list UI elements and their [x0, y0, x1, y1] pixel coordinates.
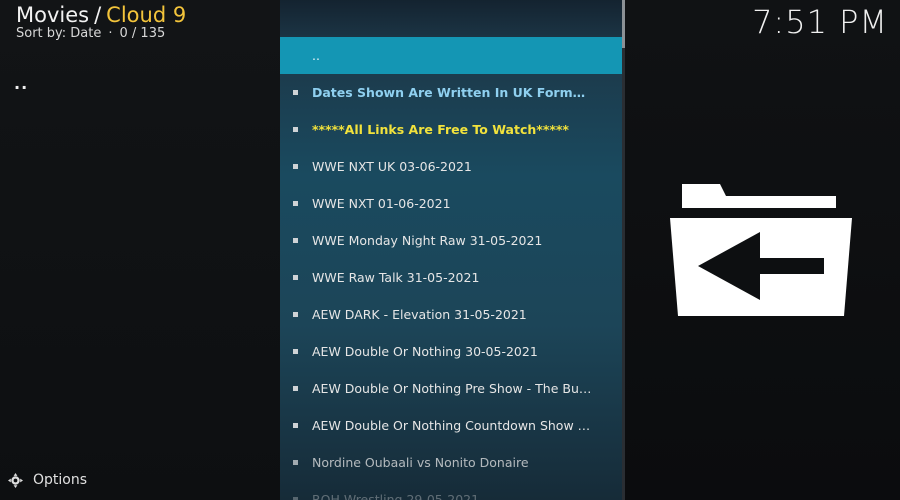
list-item-label: WWE Monday Night Raw 31-05-2021 — [312, 233, 543, 248]
scrollbar-thumb[interactable] — [622, 0, 625, 48]
folder-back-arrow-icon — [670, 184, 852, 316]
gear-icon — [8, 472, 23, 488]
list-item-label: WWE Raw Talk 31-05-2021 — [312, 270, 480, 285]
list-item-label: .. — [312, 48, 320, 63]
list-item-label: *****All Links Are Free To Watch***** — [312, 122, 569, 137]
breadcrumb-separator: / — [94, 3, 102, 27]
parent-folder-label: .. — [14, 74, 29, 93]
list-item-label: WWE NXT UK 03-06-2021 — [312, 159, 472, 174]
breadcrumb: Movies / Cloud 9 — [16, 3, 186, 27]
file-list: .. Dates Shown Are Written In UK Format … — [280, 37, 623, 500]
list-item-label: AEW DARK - Elevation 31-05-2021 — [312, 307, 527, 322]
breadcrumb-section: Movies — [16, 3, 90, 27]
list-item-label: AEW Double Or Nothing Countdown Show 29-… — [312, 418, 592, 433]
bullet-icon — [293, 238, 298, 243]
bullet-icon — [293, 312, 298, 317]
bullet-icon — [293, 460, 298, 465]
list-scrollbar[interactable] — [622, 0, 625, 500]
list-item-label: WWE NXT 01-06-2021 — [312, 196, 451, 211]
list-item-label: AEW Double Or Nothing 30-05-2021 — [312, 344, 538, 359]
list-item[interactable]: WWE Raw Talk 31-05-2021 — [280, 259, 623, 296]
sort-info: Sort by: Date · 0 / 135 — [16, 26, 165, 41]
options-label: Options — [33, 472, 88, 488]
breadcrumb-current: Cloud 9 — [106, 3, 187, 27]
list-item[interactable]: AEW Double Or Nothing 30-05-2021 — [280, 333, 623, 370]
sort-label: Sort by: Date — [16, 26, 102, 41]
bullet-icon — [293, 127, 298, 132]
bullet-icon — [293, 90, 298, 95]
bullet-icon — [293, 423, 298, 428]
bullet-icon — [293, 349, 298, 354]
list-item[interactable]: AEW Double Or Nothing Pre Show - The Buy… — [280, 370, 623, 407]
list-item[interactable]: *****All Links Are Free To Watch***** — [280, 111, 623, 148]
bullet-icon — [293, 386, 298, 391]
file-list-panel: .. Dates Shown Are Written In UK Format … — [280, 0, 623, 500]
list-item[interactable]: Dates Shown Are Written In UK Format D..… — [280, 74, 623, 111]
list-item[interactable]: AEW Double Or Nothing Countdown Show 29-… — [280, 407, 623, 444]
item-count: 0 / 135 — [119, 26, 166, 41]
list-item[interactable]: AEW DARK - Elevation 31-05-2021 — [280, 296, 623, 333]
list-item[interactable]: ROH Wrestling 29-05-2021 — [280, 481, 623, 500]
list-item-label: Dates Shown Are Written In UK Format D..… — [312, 85, 592, 100]
bullet-icon — [293, 201, 298, 206]
list-item[interactable]: WWE NXT 01-06-2021 — [280, 185, 623, 222]
sort-separator-dot: · — [108, 26, 113, 41]
bullet-icon — [293, 164, 298, 169]
list-panel-header — [280, 0, 623, 37]
left-background — [0, 0, 280, 500]
list-item[interactable]: WWE Monday Night Raw 31-05-2021 — [280, 222, 623, 259]
clock: 7:51 PM — [752, 3, 888, 41]
options-button[interactable]: Options — [8, 472, 87, 488]
list-item[interactable]: Nordine Oubaali vs Nonito Donaire — [280, 444, 623, 481]
list-item-parent-selected[interactable]: .. — [280, 37, 623, 74]
list-item-label: Nordine Oubaali vs Nonito Donaire — [312, 455, 529, 470]
bullet-icon — [293, 275, 298, 280]
list-item-label: AEW Double Or Nothing Pre Show - The Buy… — [312, 381, 592, 396]
list-item[interactable]: WWE NXT UK 03-06-2021 — [280, 148, 623, 185]
list-item-label: ROH Wrestling 29-05-2021 — [312, 492, 480, 500]
